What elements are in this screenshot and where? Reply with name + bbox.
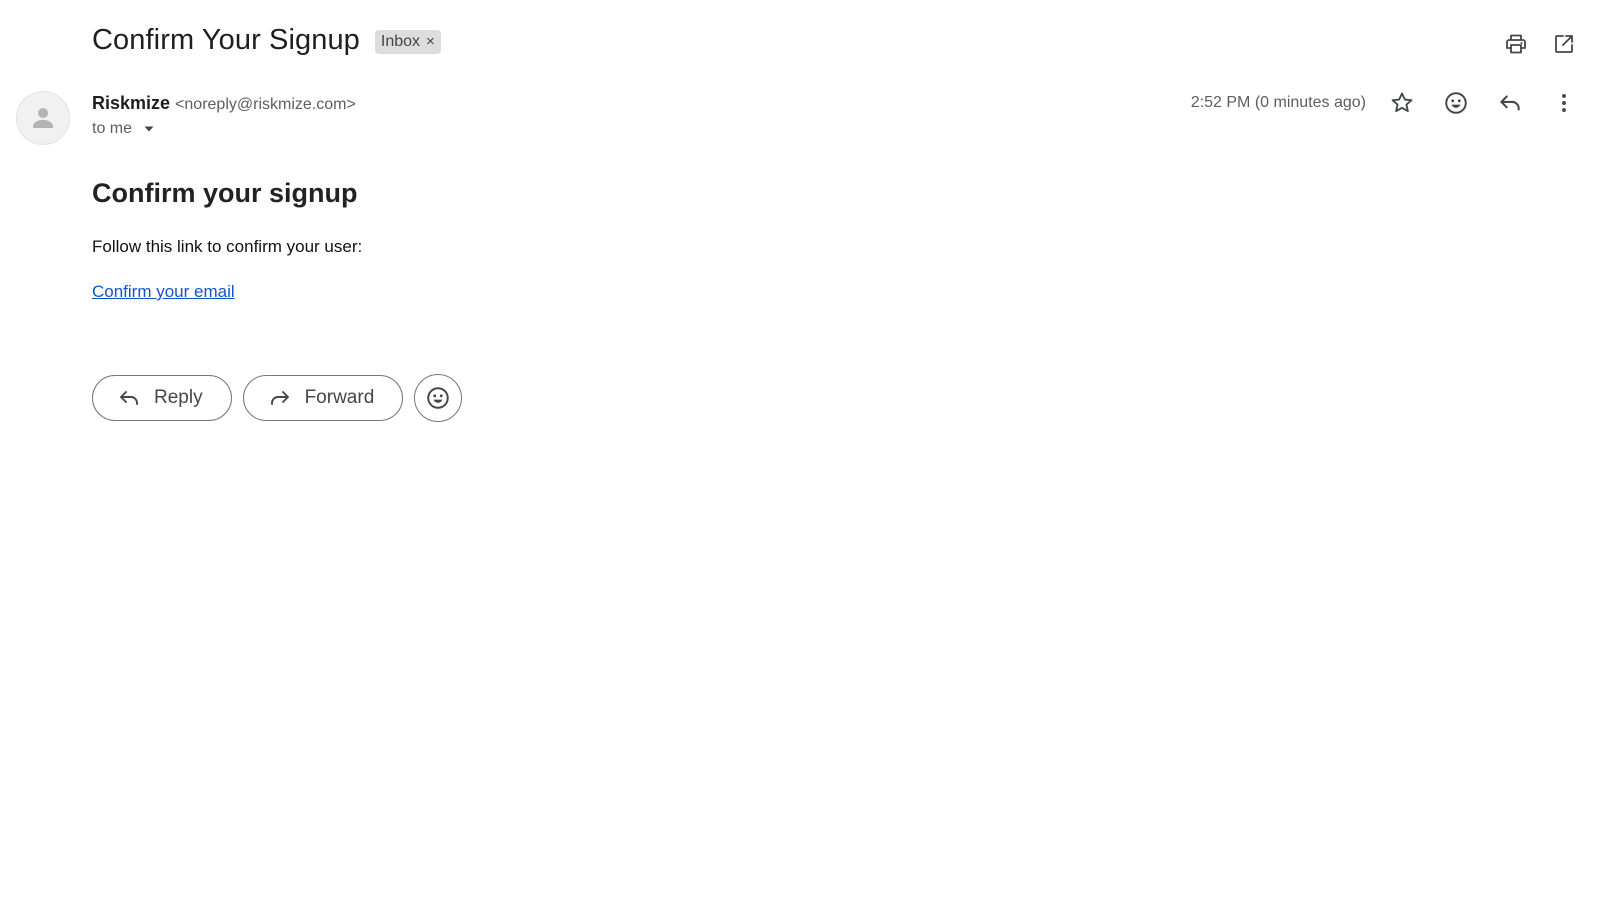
caret-down-icon: [144, 126, 154, 132]
reply-button-top[interactable]: [1496, 89, 1524, 117]
remove-label-button[interactable]: ×: [426, 33, 435, 50]
reply-icon: [117, 386, 141, 410]
label-chip-text: Inbox: [380, 32, 421, 50]
sender-name[interactable]: Riskmize: [92, 93, 170, 114]
star-icon: [1391, 92, 1413, 113]
sender-line: Riskmize <noreply@riskmize.com>: [92, 93, 356, 114]
reply-button[interactable]: Reply: [92, 375, 232, 421]
subject-row: Confirm Your Signup Inbox ×: [92, 24, 441, 57]
forward-button[interactable]: Forward: [242, 375, 404, 421]
email-subject: Confirm Your Signup: [92, 24, 360, 56]
person-icon: [33, 108, 53, 128]
top-actions: [1502, 30, 1578, 58]
inbox-label-chip[interactable]: Inbox ×: [374, 29, 441, 54]
sender-avatar[interactable]: [16, 91, 70, 145]
add-reaction-button[interactable]: [1442, 89, 1470, 117]
sender-block: Riskmize <noreply@riskmize.com> to me: [92, 93, 356, 138]
message-timestamp: 2:52 PM (0 minutes ago): [1190, 94, 1366, 111]
forward-icon: [268, 386, 292, 410]
more-vert-icon: [1562, 94, 1566, 112]
open-in-new-icon: [1555, 35, 1573, 53]
recipient-text: to me: [92, 120, 133, 137]
message-meta: 2:52 PM (0 minutes ago): [1191, 89, 1578, 117]
bottom-actions: Reply Forward: [92, 374, 463, 422]
more-options-button[interactable]: [1550, 89, 1578, 117]
open-in-new-window-button[interactable]: [1550, 30, 1578, 58]
emoji-icon: [1445, 92, 1467, 114]
print-all-button[interactable]: [1502, 30, 1530, 58]
recipient-line: to me: [92, 120, 356, 138]
printer-icon: [1506, 34, 1526, 54]
message-body: Confirm your signup Follow this link to …: [92, 178, 362, 302]
forward-label: Forward: [304, 387, 375, 408]
confirm-email-link[interactable]: Confirm your email: [92, 282, 235, 302]
reply-icon: [1500, 95, 1520, 111]
show-details-button[interactable]: [142, 122, 156, 136]
star-button[interactable]: [1388, 89, 1416, 117]
sender-email: <noreply@riskmize.com>: [175, 96, 356, 113]
email-view: Confirm Your Signup Inbox × Riskmize <no…: [0, 0, 1600, 900]
react-button[interactable]: [414, 374, 463, 422]
emoji-icon: [427, 387, 449, 409]
message-heading: Confirm your signup: [92, 178, 358, 208]
message-text: Follow this link to confirm your user:: [92, 237, 363, 256]
reply-label: Reply: [154, 387, 203, 408]
